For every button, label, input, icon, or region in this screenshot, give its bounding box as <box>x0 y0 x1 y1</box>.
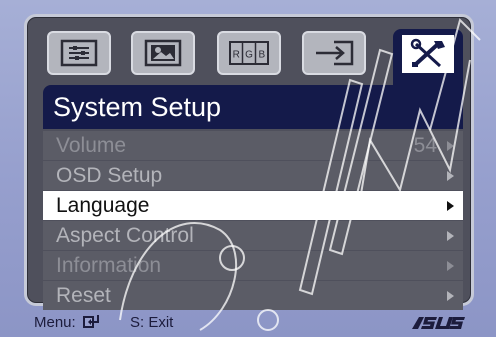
chevron-right-icon <box>447 291 454 301</box>
tab-splendid[interactable] <box>47 31 111 75</box>
volume-value: 54 <box>413 134 437 157</box>
menu-item-label: Aspect Control <box>56 224 194 247</box>
splendid-icon <box>60 39 98 67</box>
tab-color-image[interactable] <box>131 31 195 75</box>
menu-item-label: Information <box>56 254 162 277</box>
input-select-icon <box>316 40 354 66</box>
menu-item-label: Language <box>56 194 150 217</box>
rgb-icon: R G B <box>229 41 269 65</box>
menu-item-label: OSD Setup <box>56 164 163 187</box>
menu-item-information[interactable]: Information <box>43 251 463 280</box>
tab-input-select[interactable] <box>302 31 366 75</box>
tab-system-setup[interactable] <box>393 29 463 85</box>
osd-menu-panel: R G B System Setup Volume 54 OSD Setup L… <box>24 14 474 310</box>
color-image-icon <box>144 39 182 67</box>
osd-footer: Menu: S: Exit <box>0 306 496 337</box>
menu-item-label: Reset <box>56 284 111 307</box>
chevron-right-icon <box>447 261 454 271</box>
system-setup-tab-frame <box>400 33 456 75</box>
menu-item-label: Volume <box>56 134 127 157</box>
chevron-right-icon <box>447 171 454 181</box>
rgb-letter-b: B <box>258 50 265 61</box>
osd-tab-row: R G B <box>45 29 465 87</box>
menu-item-language[interactable]: Language <box>43 191 463 220</box>
tab-rgb[interactable]: R G B <box>217 31 281 75</box>
asus-logo <box>412 317 465 329</box>
system-setup-tools-icon <box>410 38 445 68</box>
osd-menu-list: Volume 54 OSD Setup Language Aspect Cont… <box>43 131 463 311</box>
rgb-letter-g: G <box>245 50 253 61</box>
footer-menu-label: Menu: <box>34 314 76 331</box>
menu-item-volume[interactable]: Volume 54 <box>43 131 463 160</box>
menu-item-osd-setup[interactable]: OSD Setup <box>43 161 463 190</box>
menu-item-aspect-control[interactable]: Aspect Control <box>43 221 463 250</box>
rgb-letter-r: R <box>233 50 240 61</box>
monitor-bezel: R G B System Setup Volume 54 OSD Setup L… <box>0 0 496 337</box>
chevron-right-icon <box>447 231 454 241</box>
chevron-right-icon <box>447 201 454 211</box>
chevron-right-icon <box>447 141 454 151</box>
footer-exit-label: S: Exit <box>130 314 174 331</box>
page-title: System Setup <box>43 85 463 129</box>
menu-enter-key-icon <box>83 315 99 328</box>
